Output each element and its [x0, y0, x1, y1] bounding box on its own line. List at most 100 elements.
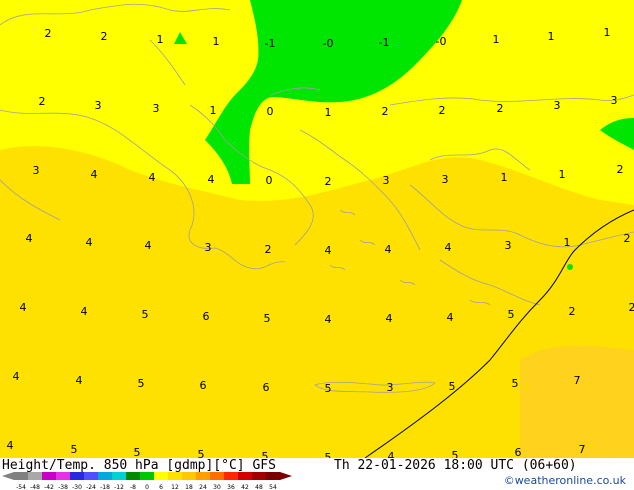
colorbar-tick: 54 — [269, 484, 277, 490]
temperature-label: 5 — [142, 308, 149, 321]
colorbar-tick: -54 — [16, 484, 26, 490]
temperature-label: 4 — [91, 168, 98, 181]
temperature-label: 2 — [624, 232, 631, 245]
temperature-label: 6 — [203, 310, 210, 323]
colorbar-swatch — [70, 472, 84, 480]
temperature-label: 1 — [501, 171, 508, 184]
temperature-label: 4 — [385, 243, 392, 256]
colorbar-swatch — [182, 472, 196, 480]
temperature-label: 0 — [267, 105, 274, 118]
map-canvas: 2 2 1 1 -1 -0 -1 -0 1 1 1 2 3 3 1 0 1 2 2 2 3 3 3 4 4 4 0 2 3 3 1 1 2 4 4 4… — [0, 0, 634, 458]
temperature-label: 1 — [157, 33, 164, 46]
temperature-label: 4 — [447, 311, 454, 324]
colorbar-swatch — [126, 472, 140, 480]
temperature-label: 2 — [45, 27, 52, 40]
weather-map: 2 2 1 1 -1 -0 -1 -0 1 1 1 2 3 3 1 0 1 2 2 2 3 3 3 4 4 4 0 2 3 3 1 1 2 4 4 4… — [0, 0, 634, 458]
temperature-label: 7 — [574, 374, 581, 387]
temperature-label: 1 — [548, 30, 555, 43]
temperature-label: 5 — [449, 380, 456, 393]
temperature-label: 5 — [71, 443, 78, 456]
temperature-label: 5 — [325, 382, 332, 395]
temperature-label: 4 — [149, 171, 156, 184]
temperature-label: 4 — [208, 173, 215, 186]
colorbar-tick: 30 — [213, 484, 221, 490]
temperature-label: 6 — [515, 446, 522, 458]
temperature-label: 4 — [145, 239, 152, 252]
temperature-label: 4 — [76, 374, 83, 387]
temperature-label: 5 — [264, 312, 271, 325]
temperature-label: 2 — [382, 105, 389, 118]
temperature-label: 1 — [213, 35, 220, 48]
colorbar-swatch — [14, 472, 28, 480]
temperature-label: 3 — [95, 99, 102, 112]
colorbar-swatch — [112, 472, 126, 480]
temperature-label: 1 — [325, 106, 332, 119]
colorbar-swatch — [210, 472, 224, 480]
temperature-label: 5 — [262, 450, 269, 458]
colorbar-swatch — [56, 472, 70, 480]
temperature-label: 5 — [138, 377, 145, 390]
colorbar-right-arrow — [280, 472, 292, 480]
temperature-label: 2 — [325, 175, 332, 188]
temperature-label: 2 — [439, 104, 446, 117]
colorbar: -54 -48 -42 -38 -30 -24 -18 -12 -8 0 6 12 18 24 30 36 42… — [2, 472, 292, 490]
temperature-label: 4 — [7, 439, 14, 452]
credit-link[interactable]: ©weatheronline.co.uk — [504, 474, 626, 487]
colorbar-tick: 6 — [159, 484, 163, 490]
colorbar-swatch — [154, 472, 168, 480]
temperature-label: 3 — [611, 94, 618, 107]
temperature-label: -1 — [379, 36, 390, 49]
temperature-label: 4 — [325, 313, 332, 326]
temperature-label: 4 — [26, 232, 33, 245]
colorbar-swatch — [196, 472, 210, 480]
temperature-label: -0 — [436, 35, 447, 48]
temperature-label: 5 — [325, 451, 332, 458]
colorbar-swatch — [42, 472, 56, 480]
temperature-label: -1 — [265, 37, 276, 50]
temperature-label: 1 — [493, 33, 500, 46]
temperature-label: 4 — [81, 305, 88, 318]
colorbar-swatch — [140, 472, 154, 480]
colorbar-tick: 42 — [241, 484, 249, 490]
temperature-label: 4 — [325, 244, 332, 257]
temperature-label: 4 — [13, 370, 20, 383]
temperature-label: 5 — [508, 308, 515, 321]
colorbar-swatch — [252, 472, 266, 480]
temperature-label: 5 — [512, 377, 519, 390]
colorbar-tick: -38 — [58, 484, 68, 490]
temperature-label: 6 — [263, 381, 270, 394]
colorbar-swatch — [98, 472, 112, 480]
valid-time: Th 22-01-2026 18:00 UTC (06+60) — [334, 458, 577, 473]
temperature-label: 1 — [559, 168, 566, 181]
colorbar-tick: 0 — [145, 484, 149, 490]
temperature-label: 1 — [564, 236, 571, 249]
temperature-label: 2 — [101, 30, 108, 43]
temperature-label: 4 — [20, 301, 27, 314]
temperature-label: 3 — [33, 164, 40, 177]
temperature-label: 2 — [629, 301, 634, 314]
colorbar-tick: -24 — [86, 484, 96, 490]
temperature-label: 2 — [497, 102, 504, 115]
colorbar-left-arrow — [2, 472, 14, 480]
temperature-label: 4 — [388, 450, 395, 458]
colorbar-tick: -30 — [72, 484, 82, 490]
colorbar-swatch — [266, 472, 280, 480]
temperature-label: 3 — [442, 173, 449, 186]
colorbar-tick: -18 — [100, 484, 110, 490]
temperature-label: 2 — [617, 163, 624, 176]
temperature-label: 4 — [445, 241, 452, 254]
temperature-label: -0 — [323, 37, 334, 50]
map-footer: Height/Temp. 850 hPa [gdmp][°C] GFS Th 2… — [0, 458, 634, 490]
warmer-zone — [520, 345, 634, 458]
colorbar-tick: 18 — [185, 484, 193, 490]
temperature-label: 1 — [210, 104, 217, 117]
temperature-label: 5 — [198, 448, 205, 458]
colorbar-tick: 24 — [199, 484, 207, 490]
colorbar-tick: -42 — [44, 484, 54, 490]
colorbar-tick: -48 — [30, 484, 40, 490]
temperature-label: 3 — [205, 241, 212, 254]
colorbar-tick: 36 — [227, 484, 235, 490]
temperature-label: 4 — [86, 236, 93, 249]
colorbar-swatch — [168, 472, 182, 480]
colorbar-tick: -8 — [130, 484, 136, 490]
